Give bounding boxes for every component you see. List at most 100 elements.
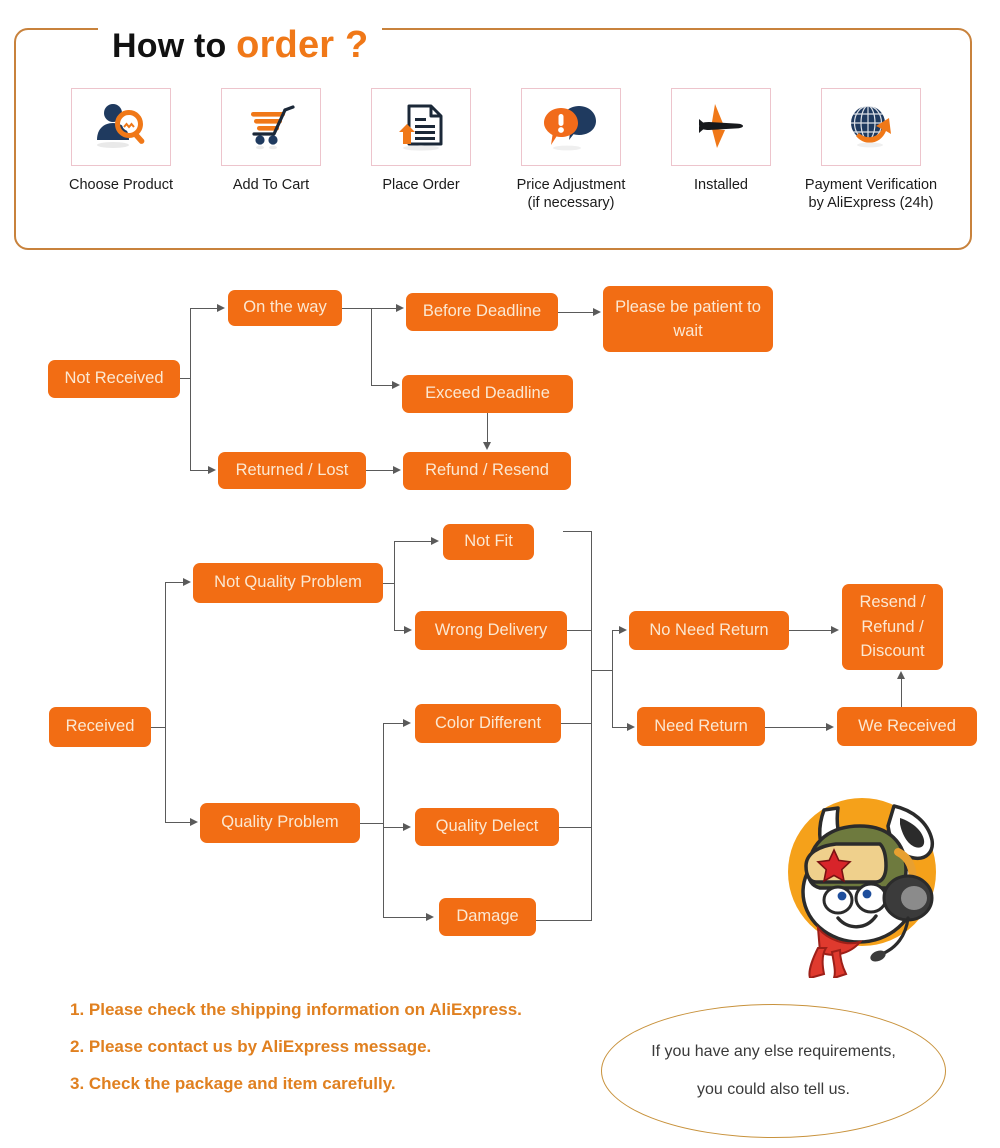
step-add-to-cart: Add To Cart xyxy=(196,88,346,195)
connector-line xyxy=(342,308,397,310)
step-choose-product: Choose Product xyxy=(46,88,196,195)
connector-line xyxy=(567,630,592,632)
connector-line xyxy=(190,308,218,310)
requirements-callout-oval: If you have any else requirements, you c… xyxy=(601,1004,946,1138)
connector-line xyxy=(151,727,166,729)
connector-line xyxy=(366,470,394,472)
step-label: Price Adjustment (if necessary) xyxy=(516,177,626,211)
arrow-head xyxy=(396,304,404,312)
connector-line xyxy=(394,541,432,543)
person-search-icon xyxy=(91,100,151,154)
connector-line xyxy=(559,827,592,829)
arrow-head xyxy=(593,308,601,316)
step-label: Add To Cart xyxy=(232,177,310,193)
oval-line-2: you could also tell us. xyxy=(697,1081,850,1098)
step-label: Payment Verification by AliExpress (24h) xyxy=(804,177,938,211)
connector-line xyxy=(765,727,827,729)
connector-line xyxy=(371,823,384,825)
connector-line xyxy=(591,670,613,672)
document-upload-icon xyxy=(391,100,451,154)
flow-node-need-return[interactable]: Need Return xyxy=(637,707,765,746)
connector-line xyxy=(383,827,404,829)
connector-line xyxy=(371,308,373,385)
connector-line xyxy=(558,312,594,314)
flow-node-received[interactable]: Received xyxy=(49,707,151,747)
flow-node-not-received[interactable]: Not Received xyxy=(48,360,180,398)
flow-node-damage[interactable]: Damage xyxy=(439,898,536,936)
order-steps-row: Choose Product Add To Cart Place Order P… xyxy=(46,88,946,238)
arrow-head xyxy=(627,723,635,731)
note-item: 3. Check the package and item carefully. xyxy=(70,1074,396,1093)
step-payment-verification: Payment Verification by AliExpress (24h) xyxy=(796,88,946,212)
step-icon-box xyxy=(71,88,171,166)
step-label: Choose Product xyxy=(69,177,173,193)
flow-node-no-need-return[interactable]: No Need Return xyxy=(629,611,789,650)
arrow-head xyxy=(426,913,434,921)
connector-line xyxy=(383,723,385,917)
step-label: Place Order xyxy=(382,177,460,193)
step-icon-box xyxy=(821,88,921,166)
step-place-order: Place Order xyxy=(346,88,496,195)
step-installed: Installed xyxy=(646,88,796,195)
connector-line xyxy=(789,630,832,632)
flow-node-before-deadline[interactable]: Before Deadline xyxy=(406,293,558,331)
connector-line xyxy=(165,582,167,822)
page-title-black: How to xyxy=(112,27,237,65)
flow-node-quality-delect[interactable]: Quality Delect xyxy=(415,808,559,846)
note-item: 2. Please contact us by AliExpress messa… xyxy=(70,1037,432,1056)
connector-line xyxy=(190,308,192,471)
oval-line-1: If you have any else requirements, xyxy=(651,1043,896,1060)
flow-node-refund-resend[interactable]: Refund / Resend xyxy=(403,452,571,490)
note-item: 1. Please check the shipping information… xyxy=(70,1000,522,1019)
step-icon-box xyxy=(221,88,321,166)
arrow-head xyxy=(208,466,216,474)
page-title-orange: order ? xyxy=(236,24,369,66)
arrow-head xyxy=(403,823,411,831)
flow-node-not-quality-problem[interactable]: Not Quality Problem xyxy=(193,563,383,603)
arrow-head xyxy=(183,578,191,586)
connector-line xyxy=(383,917,427,919)
connector-line xyxy=(165,582,184,584)
arrow-head xyxy=(403,719,411,727)
connector-line xyxy=(612,630,614,727)
arrow-head xyxy=(897,671,905,679)
arrow-head xyxy=(483,442,491,450)
shopping-cart-icon xyxy=(241,100,301,154)
arrow-head xyxy=(826,723,834,731)
arrow-head xyxy=(392,381,400,389)
xiaomi-mitu-headset-mascot-icon xyxy=(762,782,958,980)
connector-line xyxy=(487,413,489,443)
connector-line xyxy=(561,723,592,725)
connector-line xyxy=(383,723,404,725)
connector-line xyxy=(563,531,592,533)
flow-node-quality-problem[interactable]: Quality Problem xyxy=(200,803,360,843)
flow-node-wrong-delivery[interactable]: Wrong Delivery xyxy=(415,611,567,650)
arrow-head xyxy=(404,626,412,634)
connector-bus xyxy=(591,531,593,921)
arrow-head xyxy=(831,626,839,634)
connector-line xyxy=(901,679,903,707)
notes-list: 1. Please check the shipping information… xyxy=(70,1000,630,1111)
step-icon-box xyxy=(671,88,771,166)
connector-line xyxy=(165,822,191,824)
arrow-head xyxy=(431,537,439,545)
arrow-head xyxy=(619,626,627,634)
arrow-head xyxy=(393,466,401,474)
flow-node-color-different[interactable]: Color Different xyxy=(415,704,561,743)
flow-node-not-fit[interactable]: Not Fit xyxy=(443,524,534,560)
globe-arrow-icon xyxy=(841,100,901,154)
step-icon-box xyxy=(371,88,471,166)
flow-node-on-the-way[interactable]: On the way xyxy=(228,290,342,326)
connector-line xyxy=(394,541,396,630)
flow-node-please-be-patient[interactable]: Please be patient to wait xyxy=(603,286,773,352)
speech-bubbles-alert-icon xyxy=(541,100,601,154)
step-icon-box xyxy=(521,88,621,166)
flow-node-returned-lost[interactable]: Returned / Lost xyxy=(218,452,366,489)
how-to-order-panel: How to order ? Choose Product Add To Car… xyxy=(14,26,972,250)
flow-node-resend-refund-discount[interactable]: Resend / Refund / Discount xyxy=(842,584,943,670)
arrow-head xyxy=(190,818,198,826)
arrow-head xyxy=(217,304,225,312)
flow-node-exceed-deadline[interactable]: Exceed Deadline xyxy=(402,375,573,413)
flow-node-we-received[interactable]: We Received xyxy=(837,707,977,746)
airplane-icon xyxy=(691,100,751,154)
